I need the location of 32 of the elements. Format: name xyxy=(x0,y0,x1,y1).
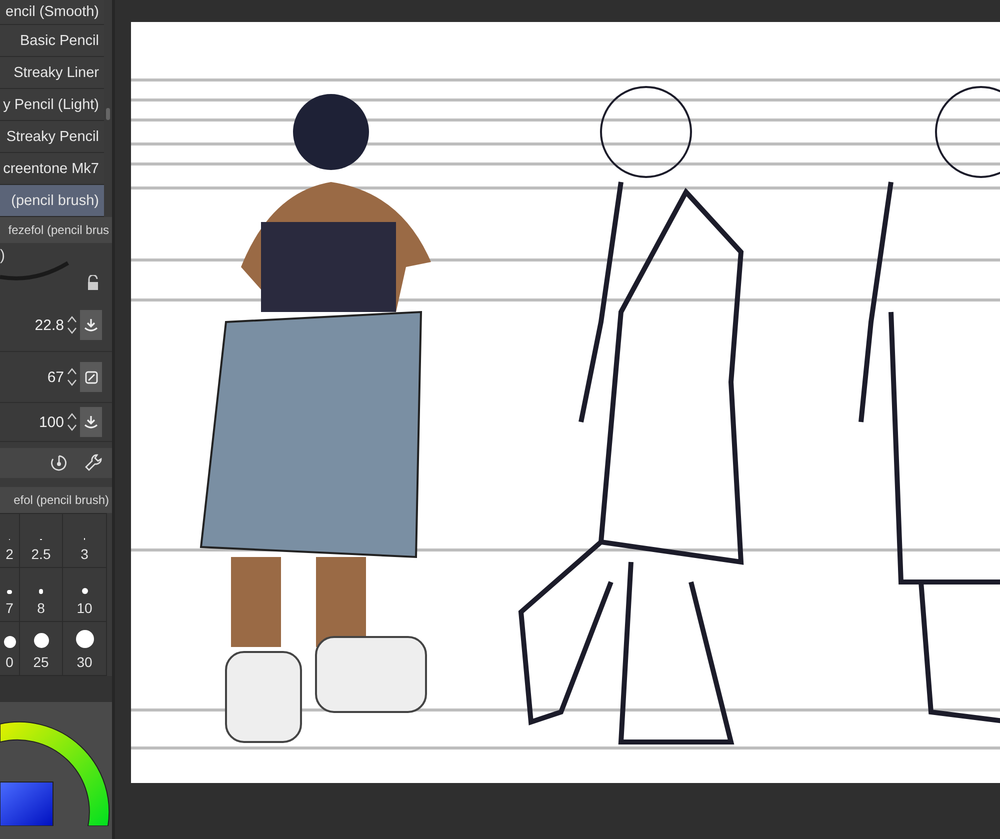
download-icon xyxy=(84,318,98,332)
brush-size-option[interactable]: 3 xyxy=(63,514,107,568)
setting-button[interactable] xyxy=(80,407,102,437)
panel-title: efol (pencil brush) xyxy=(0,487,112,513)
size-dot-icon xyxy=(34,633,48,648)
size-dot-icon xyxy=(7,590,12,594)
size-dot-icon xyxy=(38,589,44,594)
brush-size-option[interactable]: 2 xyxy=(0,514,20,568)
panel-title: fezefol (pencil brus xyxy=(0,217,112,243)
lock-icon[interactable] xyxy=(86,275,100,291)
setting-value[interactable]: 100 xyxy=(38,414,64,430)
spinner-icon[interactable] xyxy=(66,411,78,433)
brush-size-option[interactable]: 2.5 xyxy=(20,514,63,568)
download-icon xyxy=(84,415,98,429)
scrollbar-thumb[interactable] xyxy=(106,108,110,120)
size-dot-icon xyxy=(4,636,16,648)
size-dot-icon xyxy=(82,588,88,594)
setting-value[interactable]: 67 xyxy=(47,368,64,386)
brush-size-option[interactable]: 7 xyxy=(0,568,20,622)
spinner-icon[interactable] xyxy=(66,314,78,336)
setting-button[interactable] xyxy=(80,362,102,392)
brush-size-option[interactable]: 8 xyxy=(20,568,63,622)
slashed-square-icon xyxy=(84,370,98,384)
setting-value[interactable]: 22.8 xyxy=(34,316,64,334)
spinner-icon[interactable] xyxy=(66,366,78,388)
brush-list-item[interactable]: (pencil brush) xyxy=(0,185,104,217)
size-dot-icon xyxy=(76,630,94,648)
wrench-icon[interactable] xyxy=(84,453,104,473)
setting-button[interactable] xyxy=(80,310,102,340)
brush-size-option[interactable]: 10 xyxy=(63,568,107,622)
brush-name-text: ) xyxy=(0,247,5,264)
gauge-icon[interactable] xyxy=(50,454,68,472)
